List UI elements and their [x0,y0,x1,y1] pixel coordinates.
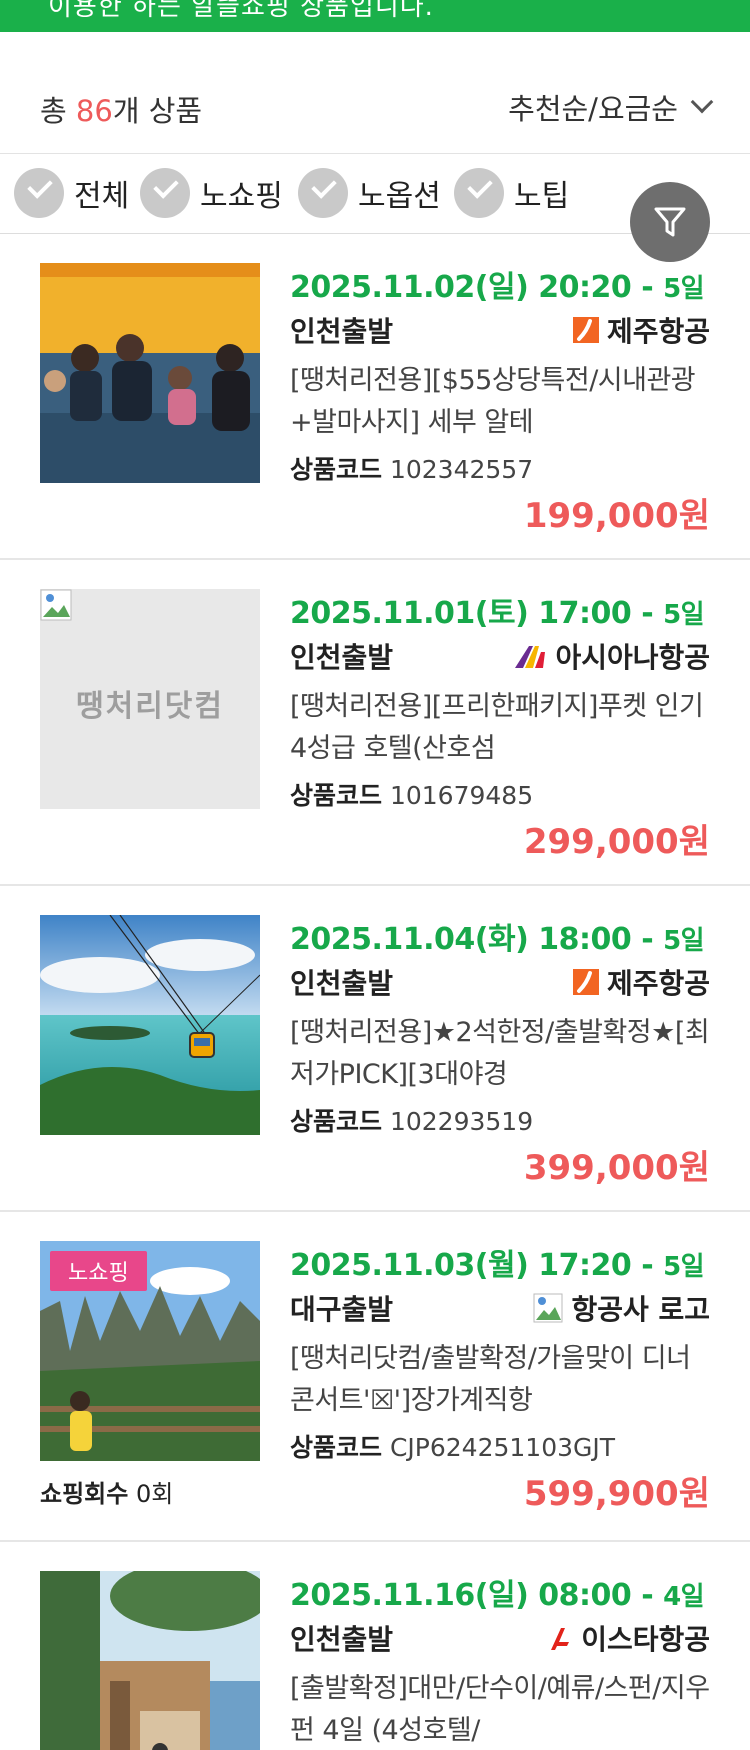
product-price: 399,000원 [523,1148,710,1188]
product-image[interactable] [40,1571,260,1750]
product-price: 599,900원 [523,1474,710,1514]
filter-button[interactable] [630,182,710,262]
product-item[interactable]: 2025.11.02(일) 20:20 - 5일 인천출발 제주항공 [땡처리전… [0,234,750,560]
product-item[interactable]: 노쇼핑 2025.11.03(월) 17:20 - 5일 대구출발 항공사 로고… [0,1212,750,1542]
departure-city: 대구출발 [290,1293,394,1326]
product-code: 상품코드 CJP624251103GJT [290,1433,616,1462]
departure-city: 인천출발 [290,1623,394,1656]
product-count: 총 86개 상품 [40,94,203,128]
departure-date: 2025.11.04(화) 18:00 - 5일 [290,922,705,957]
product-title: [출발확정]대만/단수이/예류/스펀/지우펀 4일 (4성호텔/ [290,1673,710,1746]
product-price: 199,000원 [523,496,710,536]
filter-no-tip[interactable]: 노팁 [454,168,569,218]
departure-date: 2025.11.03(월) 17:20 - 5일 [290,1248,705,1283]
top-banner: 이용한 하는 알뜰쇼핑 상품입니다. [0,0,750,32]
banner-text: 이용한 하는 알뜰쇼핑 상품입니다. [48,0,434,22]
product-info: 2025.11.03(월) 17:20 - 5일 대구출발 항공사 로고 [땡처… [290,1240,710,1464]
airline: 이스타항공 [547,1618,710,1658]
eastar-jet-logo-icon [551,1628,570,1650]
departure-date: 2025.11.02(일) 20:20 - 5일 [290,270,705,305]
sort-label: 추천순/요금순 [508,92,678,126]
check-icon [298,168,348,218]
product-item[interactable]: 땡처리닷컴 2025.11.01(토) 17:00 - 5일 인천출발 아시아나… [0,560,750,886]
check-icon [14,168,64,218]
product-image[interactable] [40,263,260,483]
airline: 제주항공 [572,962,710,1002]
broken-image-icon [40,589,72,621]
product-item[interactable]: 2025.11.04(화) 18:00 - 5일 인천출발 제주항공 [땡처리전… [0,886,750,1212]
product-title: [땡처리전용][$55상당특전/시내관광+발마사지] 세부 알테 [290,365,696,438]
check-icon [454,168,504,218]
departure-city: 인천출발 [290,967,394,1000]
no-shopping-badge: 노쇼핑 [50,1251,147,1291]
product-title: [땡처리전용]★2석한정/출발확정★[최저가PICK][3대야경 [290,1017,710,1090]
product-image[interactable] [40,915,260,1135]
broken-image-icon [533,1293,563,1323]
asiana-logo-icon [515,646,546,668]
placeholder-logo-text: 땡처리닷컴 [76,689,224,724]
product-code: 상품코드 102342557 [290,455,534,484]
product-image[interactable]: 땡처리닷컴 [40,589,260,809]
product-title: [땡처리전용][프리한패키지]푸켓 인기 4성급 호텔(산호섬 [290,691,704,764]
product-info: 2025.11.04(화) 18:00 - 5일 인천출발 제주항공 [땡처리전… [290,914,710,1138]
product-code: 상품코드 101679485 [290,781,534,810]
filter-all[interactable]: 전체 [14,168,129,218]
departure-date: 2025.11.01(토) 17:00 - 5일 [290,596,705,631]
departure-city: 인천출발 [290,641,394,674]
filter-no-shopping[interactable]: 노쇼핑 [140,168,283,218]
jeju-air-logo-icon [572,317,599,343]
product-info: 2025.11.16(일) 08:00 - 4일 인천출발 이스타항공 [출발확… [290,1570,710,1750]
departure-city: 인천출발 [290,315,394,348]
airline: 항공사 로고 [533,1288,710,1328]
check-icon [140,168,190,218]
shopping-count: 쇼핑회수 0회 [40,1480,174,1508]
chevron-down-icon [690,90,714,114]
product-title: [땡처리닷컴/출발확정/가을맞이 디너콘서트'☒']장가계직항 [290,1343,691,1416]
filter-no-option[interactable]: 노옵션 [298,168,441,218]
product-info: 2025.11.01(토) 17:00 - 5일 인천출발 아시아나항공 [땡처… [290,588,710,812]
airline: 제주항공 [572,310,710,350]
result-summary: 총 86개 상품 추천순/요금순 [0,32,750,154]
departure-date: 2025.11.16(일) 08:00 - 4일 [290,1578,705,1613]
jeju-air-logo-icon [572,969,599,995]
funnel-icon [654,207,686,237]
product-info: 2025.11.02(일) 20:20 - 5일 인천출발 제주항공 [땡처리전… [290,262,710,486]
product-price: 299,000원 [523,822,710,862]
sort-dropdown[interactable]: 추천순/요금순 [508,86,714,128]
product-item[interactable]: 2025.11.16(일) 08:00 - 4일 인천출발 이스타항공 [출발확… [0,1542,750,1750]
airline: 아시아나항공 [513,636,710,676]
product-code: 상품코드 102293519 [290,1107,534,1136]
product-image[interactable]: 노쇼핑 [40,1241,260,1461]
